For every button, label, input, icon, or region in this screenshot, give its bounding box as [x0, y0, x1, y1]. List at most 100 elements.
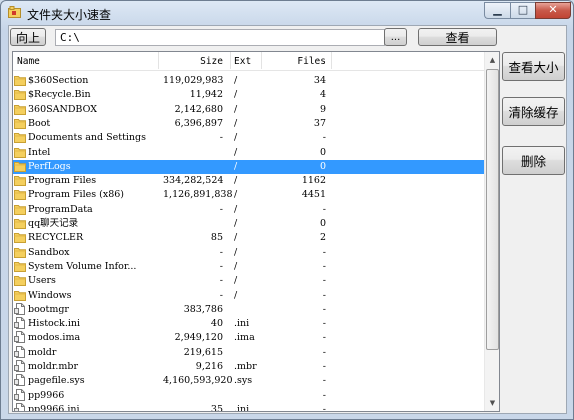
- up-button[interactable]: 向上: [10, 28, 46, 46]
- column-header-ext[interactable]: Ext: [234, 56, 251, 67]
- list-row[interactable]: Boot 6,396,897 / 37: [13, 117, 485, 131]
- file-icon: [14, 331, 26, 344]
- row-ext: .sys: [234, 375, 253, 387]
- column-header-size[interactable]: Size: [163, 56, 223, 67]
- row-files: 0: [319, 160, 326, 172]
- list-row[interactable]: PerfLogs / 0: [13, 159, 485, 174]
- row-files: -: [322, 289, 326, 301]
- row-name: PerfLogs: [28, 160, 71, 172]
- row-files: -: [322, 203, 326, 215]
- scroll-thumb[interactable]: [486, 69, 499, 350]
- row-files: 34: [313, 75, 326, 86]
- row-size: 85: [210, 232, 223, 244]
- view-button[interactable]: 查看: [418, 28, 497, 46]
- list-row[interactable]: Users - / -: [13, 274, 485, 288]
- row-ext: /: [234, 275, 238, 287]
- row-files: -: [322, 132, 326, 144]
- row-ext: /: [234, 189, 238, 201]
- list-row[interactable]: Program Files (x86) 1,126,891,838/ 4451: [13, 188, 485, 202]
- row-files: -: [322, 389, 326, 401]
- row-ext: .mbr: [234, 361, 257, 372]
- minimize-button[interactable]: ▁: [484, 2, 510, 19]
- browse-button[interactable]: ...: [384, 28, 407, 46]
- column-header-name[interactable]: Name: [17, 56, 40, 67]
- close-button[interactable]: ✕: [535, 2, 571, 19]
- list-row[interactable]: Histock.ini 40 .ini -: [13, 317, 485, 331]
- scroll-down-arrow[interactable]: ▼: [485, 395, 499, 411]
- list-row[interactable]: Program Files 334,282,524 / 1162: [13, 174, 485, 188]
- path-input[interactable]: C:\: [55, 29, 385, 46]
- row-files: -: [322, 260, 326, 272]
- list-row[interactable]: Intel / 0: [13, 146, 485, 160]
- row-files: 2: [319, 232, 326, 244]
- scroll-up-arrow[interactable]: ▲: [485, 52, 499, 68]
- clear-cache-button[interactable]: 清除缓存: [502, 97, 565, 126]
- file-icon: [14, 360, 26, 372]
- list-row[interactable]: moldr.mbr 9,216 .mbr -: [13, 360, 485, 374]
- folder-icon: [14, 203, 26, 215]
- row-name: pp9966: [28, 389, 65, 401]
- row-ext: .ima: [234, 332, 255, 344]
- vertical-scrollbar[interactable]: ▲ ▼: [484, 52, 499, 411]
- row-files: -: [322, 375, 326, 387]
- title-bar[interactable]: 文件夹大小速查 ▁ □ ✕: [1, 1, 573, 25]
- row-size: -: [219, 289, 223, 301]
- row-files: -: [322, 332, 326, 344]
- row-ext: /: [234, 160, 238, 172]
- folder-icon: [14, 146, 26, 158]
- row-name: Program Files: [28, 175, 97, 187]
- view-size-button[interactable]: 查看大小: [502, 52, 565, 81]
- list-row[interactable]: pp9966.ini 35 .ini -: [13, 402, 485, 412]
- row-size: 334,282,524: [163, 175, 224, 187]
- file-icon: [14, 388, 26, 401]
- row-size: 219,615: [183, 346, 223, 358]
- row-name: Documents and Settings: [28, 132, 146, 144]
- row-files: 1162: [301, 175, 326, 187]
- list-row[interactable]: pagefile.sys 4,160,593,920 .sys -: [13, 374, 485, 388]
- list-row[interactable]: Windows - / -: [13, 289, 485, 303]
- main-window: 文件夹大小速查 ▁ □ ✕ 向上 C:\ ... 查看 Name Size Ex…: [0, 0, 574, 420]
- row-name: $360Section: [28, 75, 89, 86]
- folder-icon: [14, 160, 26, 172]
- row-name: Program Files (x86): [28, 189, 125, 201]
- row-size: 2,949,120: [174, 332, 223, 344]
- row-name: 360SANDBOX: [28, 103, 97, 115]
- list-row[interactable]: modos.ima 2,949,120 .ima -: [13, 331, 485, 345]
- list-row[interactable]: qq聊天记录 / 0: [13, 217, 485, 231]
- row-name: System Volume Infor...: [28, 260, 137, 272]
- row-files: 4: [319, 89, 326, 101]
- row-files: 9: [319, 103, 326, 115]
- list-row[interactable]: 360SANDBOX 2,142,680 / 9: [13, 103, 485, 117]
- delete-button[interactable]: 删除: [502, 146, 565, 175]
- row-size: -: [219, 246, 223, 258]
- list-row[interactable]: System Volume Infor... - / -: [13, 260, 485, 274]
- row-ext: /: [234, 289, 238, 301]
- row-ext: /: [234, 232, 238, 244]
- file-icon: [14, 374, 26, 387]
- row-ext: .ini: [234, 403, 250, 412]
- row-name: Intel: [28, 146, 51, 158]
- row-name: moldr: [28, 346, 57, 358]
- maximize-button[interactable]: □: [510, 2, 535, 19]
- list-row[interactable]: $Recycle.Bin 11,942 / 4: [13, 88, 485, 102]
- row-ext: /: [234, 117, 238, 129]
- list-row[interactable]: $360Section 119,029,983 / 34: [13, 74, 485, 88]
- list-row[interactable]: bootmgr 383,786 -: [13, 302, 485, 317]
- list-row[interactable]: Documents and Settings - / -: [13, 131, 485, 145]
- row-files: -: [322, 303, 326, 315]
- folder-icon: [14, 174, 26, 187]
- list-row[interactable]: RECYCLER 85 / 2: [13, 231, 485, 245]
- row-size: 119,029,983: [163, 75, 224, 86]
- list-row[interactable]: moldr 219,615 -: [13, 345, 485, 360]
- row-files: -: [322, 246, 326, 258]
- row-name: moldr.mbr: [28, 361, 78, 372]
- folder-icon: [14, 217, 26, 229]
- list-row[interactable]: pp9966 -: [13, 388, 485, 403]
- list-row[interactable]: Sandbox - / -: [13, 246, 485, 260]
- client-area: 向上 C:\ ... 查看 Name Size Ext Files $360Se…: [8, 25, 567, 414]
- folder-icon: [14, 246, 26, 258]
- row-size: 11,942: [189, 89, 223, 101]
- column-header-files[interactable]: Files: [266, 56, 326, 67]
- file-list[interactable]: Name Size Ext Files $360Section 119,029,9…: [12, 51, 500, 412]
- list-row[interactable]: ProgramData - / -: [13, 203, 485, 217]
